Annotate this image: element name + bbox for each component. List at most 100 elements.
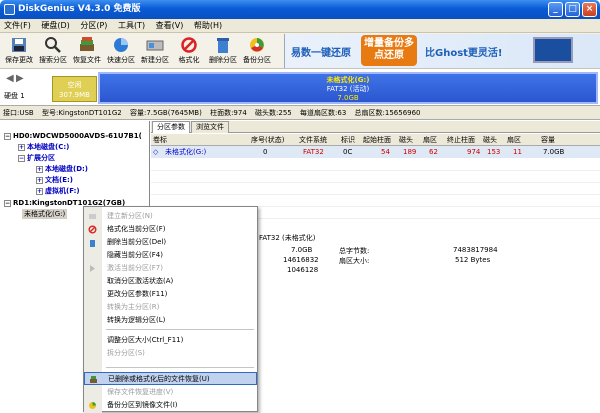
disk-capacity: 容量:7.5GB(7645MB) [130,109,202,117]
detail-sector-size: 512 Bytes [455,256,491,264]
menu-change-params[interactable]: 更改分区参数(F11) [84,288,257,301]
nav-right-arrow-icon[interactable]: ▶ [16,73,24,84]
banner-text-1: 易数一键还原 [291,48,351,59]
tab-browse-files[interactable]: 浏览文件 [191,121,229,133]
collapse-icon[interactable]: − [4,199,11,207]
cell-fs: FAT32 [303,148,324,156]
menu-view[interactable]: 查看(V) [152,19,188,33]
expand-icon[interactable]: + [36,176,43,184]
recover-files-label: 恢复文件 [73,56,101,64]
col-fs[interactable]: 文件系统 [299,134,327,146]
col-id[interactable]: 标识 [341,134,355,146]
menu-deactivate[interactable]: 取消分区激活状态(A) [84,275,257,288]
detail-sectors: 14616832 [283,256,319,264]
col-index[interactable]: 序号(状态) [251,134,284,146]
recover-files-button[interactable]: 恢复文件 [72,35,102,67]
menu-tools[interactable]: 工具(T) [114,19,149,33]
grid-line [151,182,600,183]
tree-local-d[interactable]: + 本地磁盘(D:) [36,164,88,174]
menu-to-logical[interactable]: 转换为逻辑分区(L) [84,314,257,327]
col-end-sector[interactable]: 扇区 [507,134,521,146]
tab-partition-params[interactable]: 分区参数 [152,121,190,133]
tree-vm-f[interactable]: + 虚拟机(F:) [36,186,80,196]
banner-badge: 增量备份多点还原 [361,35,417,66]
free-label: 空闲 [67,81,82,89]
menu-format[interactable]: 格式化当前分区(F) [84,223,257,236]
quick-partition-icon [114,38,128,52]
expand-icon[interactable]: + [36,187,43,195]
recover-icon [80,37,94,51]
save-changes-button[interactable]: 保存更改 [4,35,34,67]
backup-partition-button[interactable]: 备份分区 [242,35,272,67]
cell-index: 0 [263,148,268,156]
menu-recover-deleted[interactable]: 已删除或格式化后的文件恢复(U) [84,372,257,385]
partition-block-size: 7.0GB [337,94,359,102]
format-icon [181,37,197,53]
new-partition-button[interactable]: 新建分区 [140,35,170,67]
col-sector[interactable]: 扇区 [423,134,437,146]
recover-icon [90,376,97,383]
ad-banner[interactable]: 易数一键还原 增量备份多点还原 比Ghost更灵活! [284,34,600,68]
collapse-icon[interactable]: − [18,154,25,162]
expand-icon[interactable]: + [36,165,43,173]
table-row[interactable]: ◇ 未格式化(G:) 0 FAT32 0C 54 189 62 974 153 … [151,146,600,158]
disk-cylinders: 柱面数:974 [210,109,247,117]
new-partition-label: 新建分区 [141,56,169,64]
maximize-button[interactable]: □ [565,2,580,17]
menu-activate: 激活当前分区(F7) [84,262,257,275]
tree-unformatted-g[interactable]: 未格式化(G:) [22,209,68,219]
disk-model: 型号:KingstonDT101G2 [41,109,122,117]
backup-icon [89,402,96,409]
menu-delete[interactable]: 删除当前分区(Del) [84,236,257,249]
free-space-block[interactable]: 空闲 307.9MB [52,76,97,102]
cell-head: 189 [403,148,417,156]
title-bar[interactable]: DiskGenius V4.3.0 免费版 [0,0,600,19]
nav-left-arrow-icon[interactable]: ◀ [6,73,14,84]
menu-hide[interactable]: 隐藏当前分区(F4) [84,249,257,262]
delete-partition-button[interactable]: 删除分区 [208,35,238,67]
menu-separator [106,367,254,368]
close-button[interactable]: × [582,2,597,17]
search-partition-button[interactable]: 搜索分区 [38,35,68,67]
col-capacity[interactable]: 容量 [541,134,555,146]
menu-help[interactable]: 帮助(H) [190,19,226,33]
app-icon [4,4,15,15]
collapse-icon[interactable]: − [4,132,11,140]
menu-resize[interactable]: 调整分区大小(Ctrl_F11) [84,334,257,347]
col-end-head[interactable]: 磁头 [483,134,497,146]
menu-partition[interactable]: 分区(P) [76,19,111,33]
grid-line [151,170,600,171]
format-button[interactable]: 格式化 [174,35,204,67]
col-start-cyl[interactable]: 起始柱面 [363,134,391,146]
tree-hd0[interactable]: − HD0:WDCWD5000AVDS-61U7B1( [4,131,142,141]
trash-icon [90,240,95,247]
tree-local-c[interactable]: + 本地磁盘(C:) [18,142,69,152]
detail-fs: FAT32 (未格式化) [259,234,316,242]
disk-info-bar: 接口:USB 型号:KingstonDT101G2 容量:7.5GB(7645M… [0,106,600,120]
search-partition-label: 搜索分区 [39,56,67,64]
minimize-button[interactable]: _ [548,2,563,17]
expand-icon[interactable]: + [18,143,25,151]
partition-block-name: 未格式化(G:) [326,76,370,84]
col-end-cyl[interactable]: 终止柱面 [447,134,475,146]
menu-backup-image[interactable]: 备份分区到镜像文件(I) [84,399,257,412]
quick-partition-button[interactable]: 快速分区 [106,35,136,67]
menu-new-partition: 建立新分区(N) [84,210,257,223]
banner-text-3: 比Ghost更灵活! [425,48,503,59]
menu-to-primary: 转换为主分区(R) [107,303,160,311]
col-volume[interactable]: 卷标 [153,134,167,146]
menu-file[interactable]: 文件(F) [0,19,35,33]
tree-docs-e[interactable]: + 文档(E:) [36,175,73,185]
quick-partition-label: 快速分区 [107,56,135,64]
menu-disk[interactable]: 硬盘(D) [37,19,73,33]
partition-block-g[interactable]: 未格式化(G:) FAT32 (活动) 7.0GB [98,72,598,104]
table-header: 卷标 序号(状态) 文件系统 标识 起始柱面 磁头 扇区 终止柱面 磁头 扇区 … [151,134,600,146]
new-partition-icon [89,214,96,219]
backup-icon [250,38,264,52]
tab-bar: 分区参数 浏览文件 [151,121,600,133]
col-head[interactable]: 磁头 [399,134,413,146]
disk-sectors-per-track: 每道扇区数:63 [300,109,347,117]
banner-text-2: 增量备份多点还原 [364,38,414,61]
tree-extended[interactable]: − 扩展分区 [18,153,55,163]
cell-end-sector: 11 [513,148,522,156]
